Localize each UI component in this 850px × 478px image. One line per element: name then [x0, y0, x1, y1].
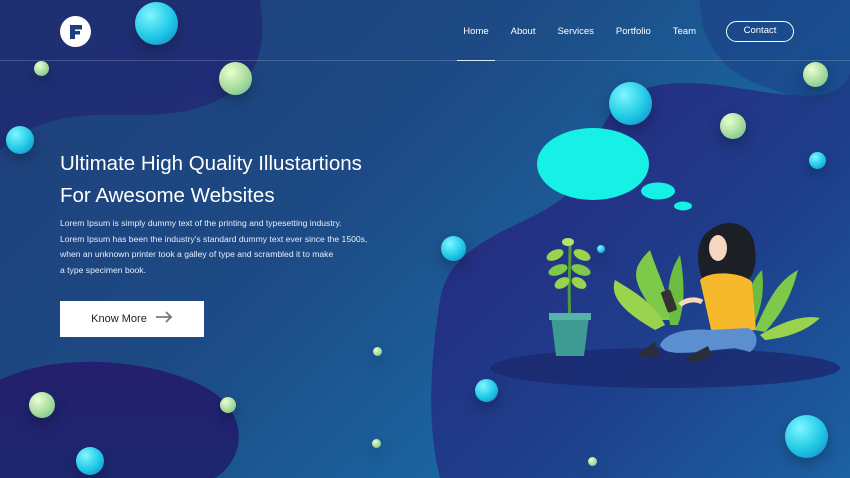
bubble	[609, 82, 652, 125]
bubble	[372, 439, 381, 448]
nav-about[interactable]: About	[511, 22, 536, 42]
hero-title: Ultimate High Quality Illustartions For …	[60, 148, 420, 212]
hero-text-line: when an unknown printer took a galley of…	[60, 249, 334, 259]
bubble	[29, 392, 55, 418]
hero-title-line2: For Awesome Websites	[60, 184, 275, 207]
nav-services[interactable]: Services	[557, 22, 593, 42]
arrow-right-icon	[155, 311, 173, 327]
bubble	[441, 236, 466, 261]
nav-portfolio[interactable]: Portfolio	[616, 22, 651, 42]
bubble	[785, 415, 828, 458]
bubble	[803, 62, 828, 87]
bubble	[219, 62, 252, 95]
bubble	[220, 397, 236, 413]
bubble	[135, 2, 178, 45]
logo[interactable]	[60, 16, 91, 47]
header-divider	[0, 60, 850, 61]
hero-title-line1: Ultimate High Quality Illustartions	[60, 152, 362, 175]
nav-team[interactable]: Team	[673, 22, 696, 42]
potted-plant-icon	[546, 238, 591, 356]
hero-text-line: Lorem Ipsum is simply dummy text of the …	[60, 218, 342, 228]
know-more-button[interactable]: Know More	[60, 301, 204, 337]
hero-illustration	[490, 128, 840, 388]
bubble	[76, 447, 104, 475]
bubble	[373, 347, 382, 356]
logo-f-icon	[69, 24, 82, 39]
main-nav: Home About Services Portfolio Team Conta…	[441, 21, 794, 61]
thought-bubble-icon	[537, 128, 649, 200]
bubble	[588, 457, 597, 466]
hero-text-line: Lorem Ipsum has been the industry's stan…	[60, 233, 368, 244]
contact-button[interactable]: Contact	[726, 21, 794, 42]
hero-description: Lorem Ipsum is simply dummy text of the …	[60, 216, 390, 278]
bubble	[34, 61, 49, 76]
hero-text-line: a type specimen book.	[60, 264, 146, 275]
nav-home[interactable]: Home	[457, 22, 496, 61]
bubble	[6, 126, 34, 154]
know-more-label: Know More	[91, 313, 147, 325]
